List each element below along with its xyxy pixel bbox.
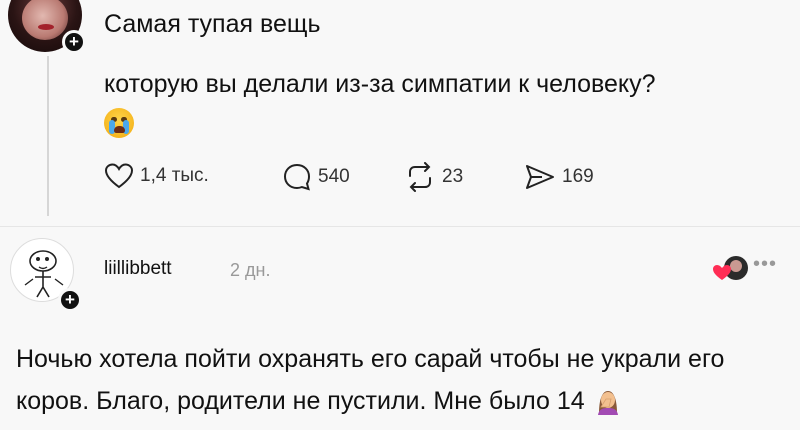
share-button[interactable]: 169: [524, 162, 594, 192]
repost-count: 23: [442, 166, 464, 187]
follow-reply-plus-icon[interactable]: +: [58, 288, 82, 312]
crying-face-emoji: [104, 108, 134, 138]
reply-text: Ночью хотела пойти охранять его сарай чт…: [16, 338, 796, 422]
thread-line: [47, 56, 49, 216]
follow-author-plus-icon[interactable]: +: [62, 30, 86, 54]
repost-icon: [409, 162, 431, 192]
post-body: которую вы делали из-за симпатии к челов…: [104, 70, 656, 98]
repost-button[interactable]: 23: [404, 162, 463, 192]
post-actions: 1,4 тыс. 540 23 169: [104, 162, 664, 198]
liked-by-author-icon: [712, 254, 748, 284]
share-count: 169: [562, 166, 594, 187]
woman-facepalming-emoji: [593, 385, 623, 415]
reply-time: 2 дн.: [230, 260, 271, 280]
comment-count: 540: [318, 166, 350, 187]
comment-button[interactable]: 540: [282, 162, 350, 192]
avatar-face: [22, 0, 68, 40]
more-dots-icon[interactable]: •••: [753, 254, 777, 274]
like-count: 1,4 тыс.: [140, 165, 209, 186]
send-icon: [526, 165, 554, 189]
post-title: Самая тупая вещь: [104, 10, 321, 38]
heart-icon: [104, 163, 134, 189]
avatar-lips: [38, 24, 54, 30]
post-divider: [0, 226, 800, 227]
comment-bubble-icon: [283, 163, 311, 191]
like-button[interactable]: 1,4 тыс.: [104, 162, 209, 190]
reply-username[interactable]: liillibbett: [104, 258, 172, 280]
